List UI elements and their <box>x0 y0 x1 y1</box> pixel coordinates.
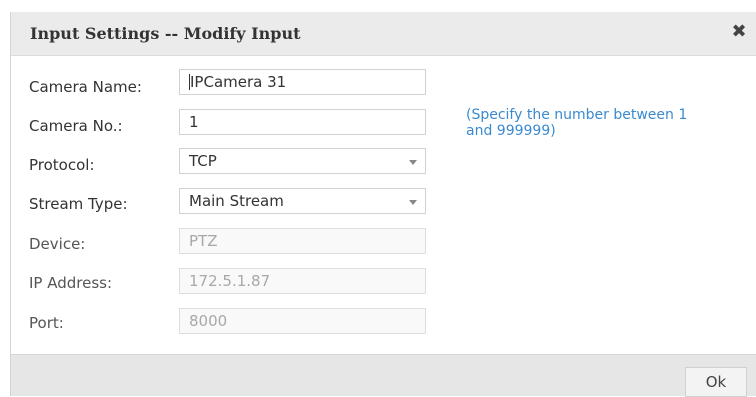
chevron-down-icon <box>409 160 417 165</box>
port-value: 8000 <box>189 312 228 330</box>
camera-name-value: IPCamera 31 <box>190 73 287 91</box>
protocol-label: Protocol: <box>29 156 95 174</box>
camera-name-label: Camera Name: <box>29 78 142 96</box>
stream-type-value: Main Stream <box>189 192 284 210</box>
camera-number-value: 1 <box>189 113 199 131</box>
stream-type-select[interactable]: Main Stream <box>179 188 426 214</box>
camera-number-hint: (Specify the number between 1 and 999999… <box>466 107 688 139</box>
close-icon[interactable]: ✖ <box>727 20 751 44</box>
port-input: 8000 <box>179 308 426 334</box>
protocol-select[interactable]: TCP <box>179 148 426 174</box>
device-label: Device: <box>29 235 86 253</box>
port-label: Port: <box>29 314 64 332</box>
ok-button[interactable]: Ok <box>685 367 747 397</box>
dialog-footer: Ok <box>11 354 756 397</box>
dialog-title: Input Settings -- Modify Input <box>30 24 301 43</box>
modify-input-dialog: Input Settings -- Modify Input ✖ Camera … <box>10 12 756 397</box>
chevron-down-icon <box>409 200 417 205</box>
camera-number-input[interactable]: 1 <box>179 109 426 135</box>
camera-number-label: Camera No.: <box>29 117 123 135</box>
device-input: PTZ <box>179 228 426 254</box>
camera-name-input[interactable]: IPCamera 31 <box>179 69 426 95</box>
ip-address-value: 172.5.1.87 <box>189 272 271 290</box>
stream-type-label: Stream Type: <box>29 195 128 213</box>
protocol-value: TCP <box>189 152 217 170</box>
ip-address-input: 172.5.1.87 <box>179 268 426 294</box>
dialog-titlebar: Input Settings -- Modify Input ✖ <box>11 12 756 56</box>
ip-address-label: IP Address: <box>29 274 113 292</box>
device-value: PTZ <box>189 232 218 250</box>
